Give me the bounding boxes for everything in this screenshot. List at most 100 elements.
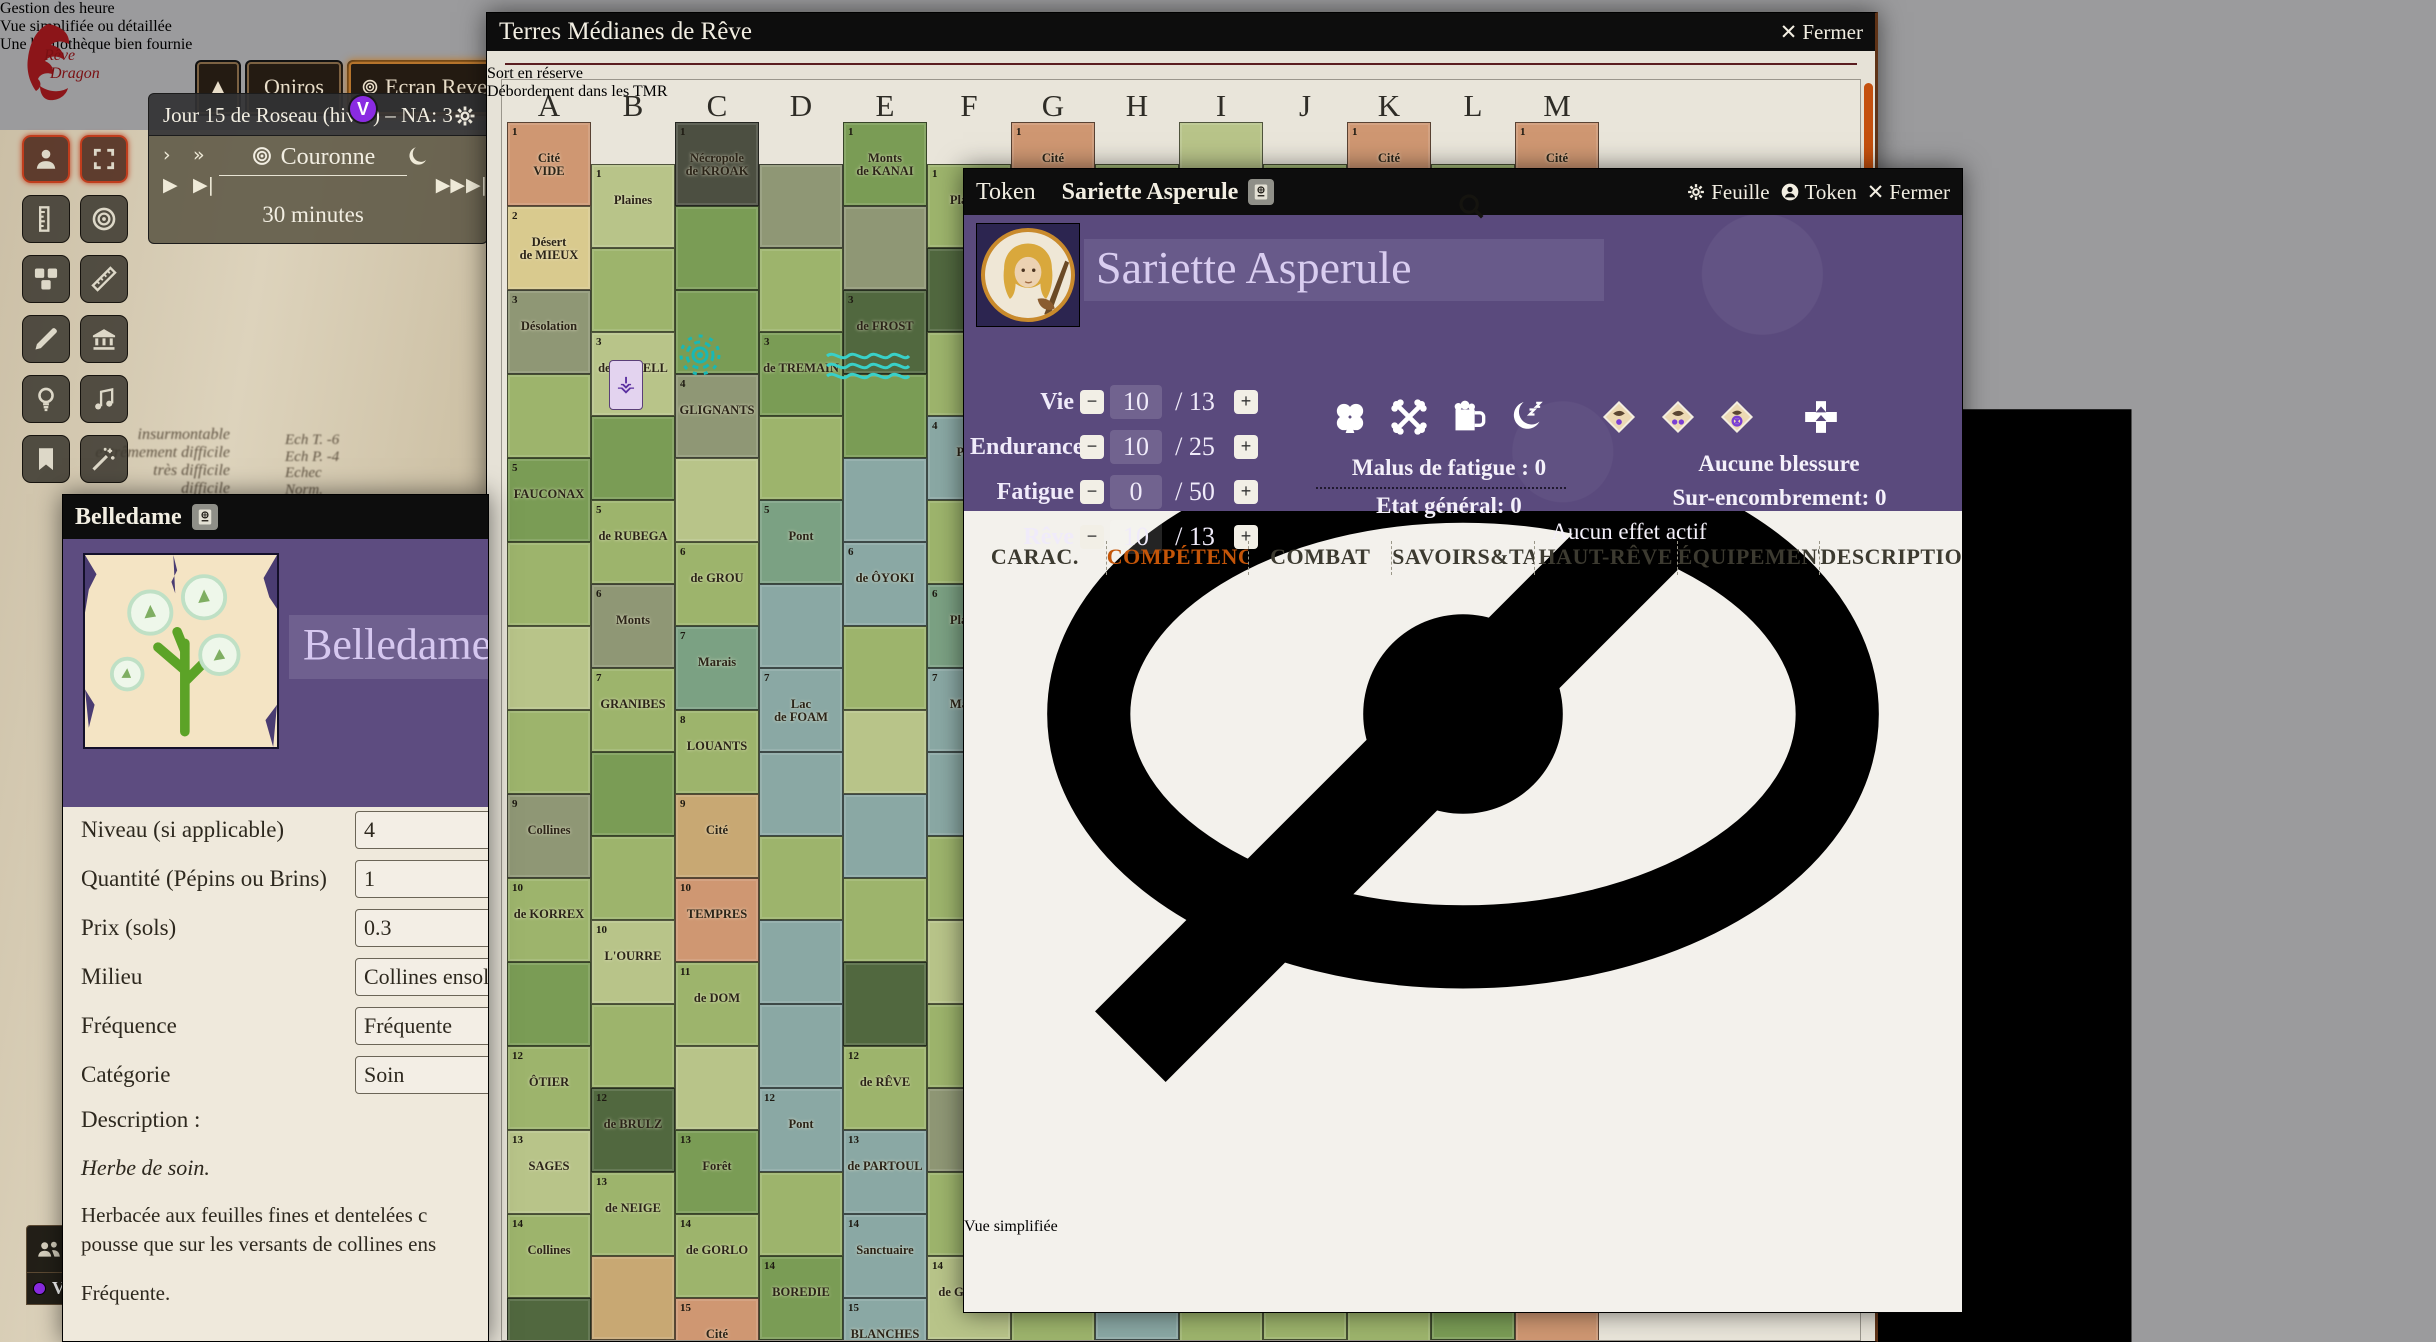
tmr-cell-E9[interactable] xyxy=(843,794,927,878)
tmr-cell-E6[interactable] xyxy=(843,542,927,626)
tmr-cell-D2[interactable] xyxy=(759,248,843,332)
tab-savoirs-taches[interactable]: SAVOIRS&TACHES xyxy=(1392,541,1535,575)
tmr-cell-B12[interactable] xyxy=(591,1088,675,1172)
tmr-cell-E8[interactable] xyxy=(843,710,927,794)
tmr-cell-D4[interactable] xyxy=(759,416,843,500)
tmr-cell-E4[interactable] xyxy=(843,374,927,458)
document-id-icon[interactable] xyxy=(192,504,218,530)
tmr-cell-A8[interactable] xyxy=(507,710,591,794)
tmr-cell-C11[interactable] xyxy=(675,962,759,1046)
dream-coin-2-icon[interactable] xyxy=(1658,397,1698,437)
tmr-cell-A1[interactable] xyxy=(507,122,591,206)
tmr-cell-B14[interactable] xyxy=(591,1256,675,1340)
pencil-tool-button[interactable] xyxy=(22,315,70,363)
tmr-cell-B1[interactable] xyxy=(591,164,675,248)
night-icon[interactable] xyxy=(405,144,431,170)
tmr-cell-A12[interactable] xyxy=(507,1046,591,1130)
tmr-cell-C10[interactable] xyxy=(675,878,759,962)
advance-end-button[interactable]: ▶| xyxy=(466,174,487,196)
tmr-cell-D15[interactable] xyxy=(759,1340,843,1341)
tmr-cell-A3[interactable] xyxy=(507,290,591,374)
portrait-frame[interactable] xyxy=(976,223,1080,327)
tmr-cell-A7[interactable] xyxy=(507,626,591,710)
tmr-titlebar[interactable]: Terres Médianes de Rêve ✕Fermer xyxy=(487,13,1875,51)
tab-description[interactable]: DESCRIPTION xyxy=(1820,541,1962,575)
tmr-cell-A14[interactable] xyxy=(507,1214,591,1298)
tmr-cell-C5[interactable] xyxy=(675,458,759,542)
tmr-cell-E14[interactable] xyxy=(843,1214,927,1298)
tmr-close-button[interactable]: ✕Fermer xyxy=(1780,20,1863,45)
tmr-cell-B7[interactable] xyxy=(591,668,675,752)
tmr-cell-B4[interactable] xyxy=(591,416,675,500)
sheet-close-button[interactable]: ✕Fermer xyxy=(1867,180,1950,205)
tmr-cell-E13[interactable] xyxy=(843,1130,927,1214)
music-tool-button[interactable] xyxy=(80,375,128,423)
tmr-cell-D9[interactable] xyxy=(759,836,843,920)
tmr-cell-D14[interactable] xyxy=(759,1256,843,1340)
tmr-cell-D13[interactable] xyxy=(759,1172,843,1256)
dream-coin-1-icon[interactable] xyxy=(1599,397,1639,437)
dream-coin-3-icon[interactable] xyxy=(1717,397,1757,437)
tmr-cell-D11[interactable] xyxy=(759,1004,843,1088)
tmr-cell-B13[interactable] xyxy=(591,1172,675,1256)
tmr-cell-C8[interactable] xyxy=(675,710,759,794)
tmr-cell-A13[interactable] xyxy=(507,1130,591,1214)
bulb-tool-button[interactable] xyxy=(22,375,70,423)
tmr-cell-E5[interactable] xyxy=(843,458,927,542)
step-forward-button[interactable]: › xyxy=(163,144,171,166)
wand-tool-button[interactable] xyxy=(80,435,128,483)
heal-icon[interactable] xyxy=(1801,397,1841,437)
target-tool-button[interactable] xyxy=(80,195,128,243)
tmr-cell-E15[interactable] xyxy=(843,1298,927,1341)
play-button[interactable]: ▶ xyxy=(163,174,178,196)
tmr-cell-B5[interactable] xyxy=(591,500,675,584)
tmr-cell-D12[interactable] xyxy=(759,1088,843,1172)
tmr-cell-C1[interactable] xyxy=(675,122,759,206)
encaissement-icon[interactable] xyxy=(1389,397,1429,437)
tmr-cell-B10[interactable] xyxy=(591,920,675,1004)
belledame-titlebar[interactable]: Belledame xyxy=(63,495,488,539)
tmr-cell-A10[interactable] xyxy=(507,878,591,962)
stat-decrease-button[interactable]: − xyxy=(1080,390,1104,414)
tmr-cell-B8[interactable] xyxy=(591,752,675,836)
tmr-cell-D7[interactable] xyxy=(759,668,843,752)
tmr-cell-E10[interactable] xyxy=(843,878,927,962)
tmr-cell-D5[interactable] xyxy=(759,500,843,584)
stat-value[interactable]: 10 xyxy=(1110,430,1162,464)
tmr-cell-A9[interactable] xyxy=(507,794,591,878)
tmr-cell-B15[interactable] xyxy=(591,1340,675,1341)
tmr-cell-D8[interactable] xyxy=(759,752,843,836)
time-increment[interactable]: 30 minutes xyxy=(219,202,407,228)
phase-display[interactable]: Couronne xyxy=(219,144,407,176)
tmr-cell-D10[interactable] xyxy=(759,920,843,1004)
stat-decrease-button[interactable]: − xyxy=(1080,480,1104,504)
stat-increase-button[interactable]: + xyxy=(1234,390,1258,414)
tmr-cell-C15[interactable] xyxy=(675,1298,759,1341)
tmr-cell-D1[interactable] xyxy=(759,164,843,248)
dice-tool-button[interactable] xyxy=(22,255,70,303)
belledame-image[interactable] xyxy=(83,553,279,749)
tmr-cell-B9[interactable] xyxy=(591,836,675,920)
stat-increase-button[interactable]: + xyxy=(1234,435,1258,459)
tmr-cell-A2[interactable] xyxy=(507,206,591,290)
person-tool-button[interactable] xyxy=(22,135,70,183)
tmr-cell-C6[interactable] xyxy=(675,542,759,626)
tmr-overflow-marker[interactable] xyxy=(672,327,728,383)
bookmark-tool-button[interactable] xyxy=(22,435,70,483)
montrer-tout-toggle[interactable]: Montrer tout xyxy=(964,1236,1962,1342)
sheet-config-button[interactable]: Feuille xyxy=(1686,180,1769,205)
gear-icon[interactable] xyxy=(453,104,477,128)
advance-fast-button[interactable]: ▶▶ xyxy=(436,174,465,196)
tmr-cell-A6[interactable] xyxy=(507,542,591,626)
skip-button[interactable]: ▶| xyxy=(193,174,214,196)
tmr-cell-D6[interactable] xyxy=(759,584,843,668)
ruler-diag-tool-button[interactable] xyxy=(80,255,128,303)
field-input[interactable] xyxy=(355,909,489,947)
tmr-cell-E7[interactable] xyxy=(843,626,927,710)
field-select[interactable] xyxy=(355,1056,489,1094)
tmr-cell-A4[interactable] xyxy=(507,374,591,458)
tmr-cell-E11[interactable] xyxy=(843,962,927,1046)
tmr-cell-E2[interactable] xyxy=(843,206,927,290)
field-select[interactable] xyxy=(355,958,489,996)
tmr-cell-C14[interactable] xyxy=(675,1214,759,1298)
